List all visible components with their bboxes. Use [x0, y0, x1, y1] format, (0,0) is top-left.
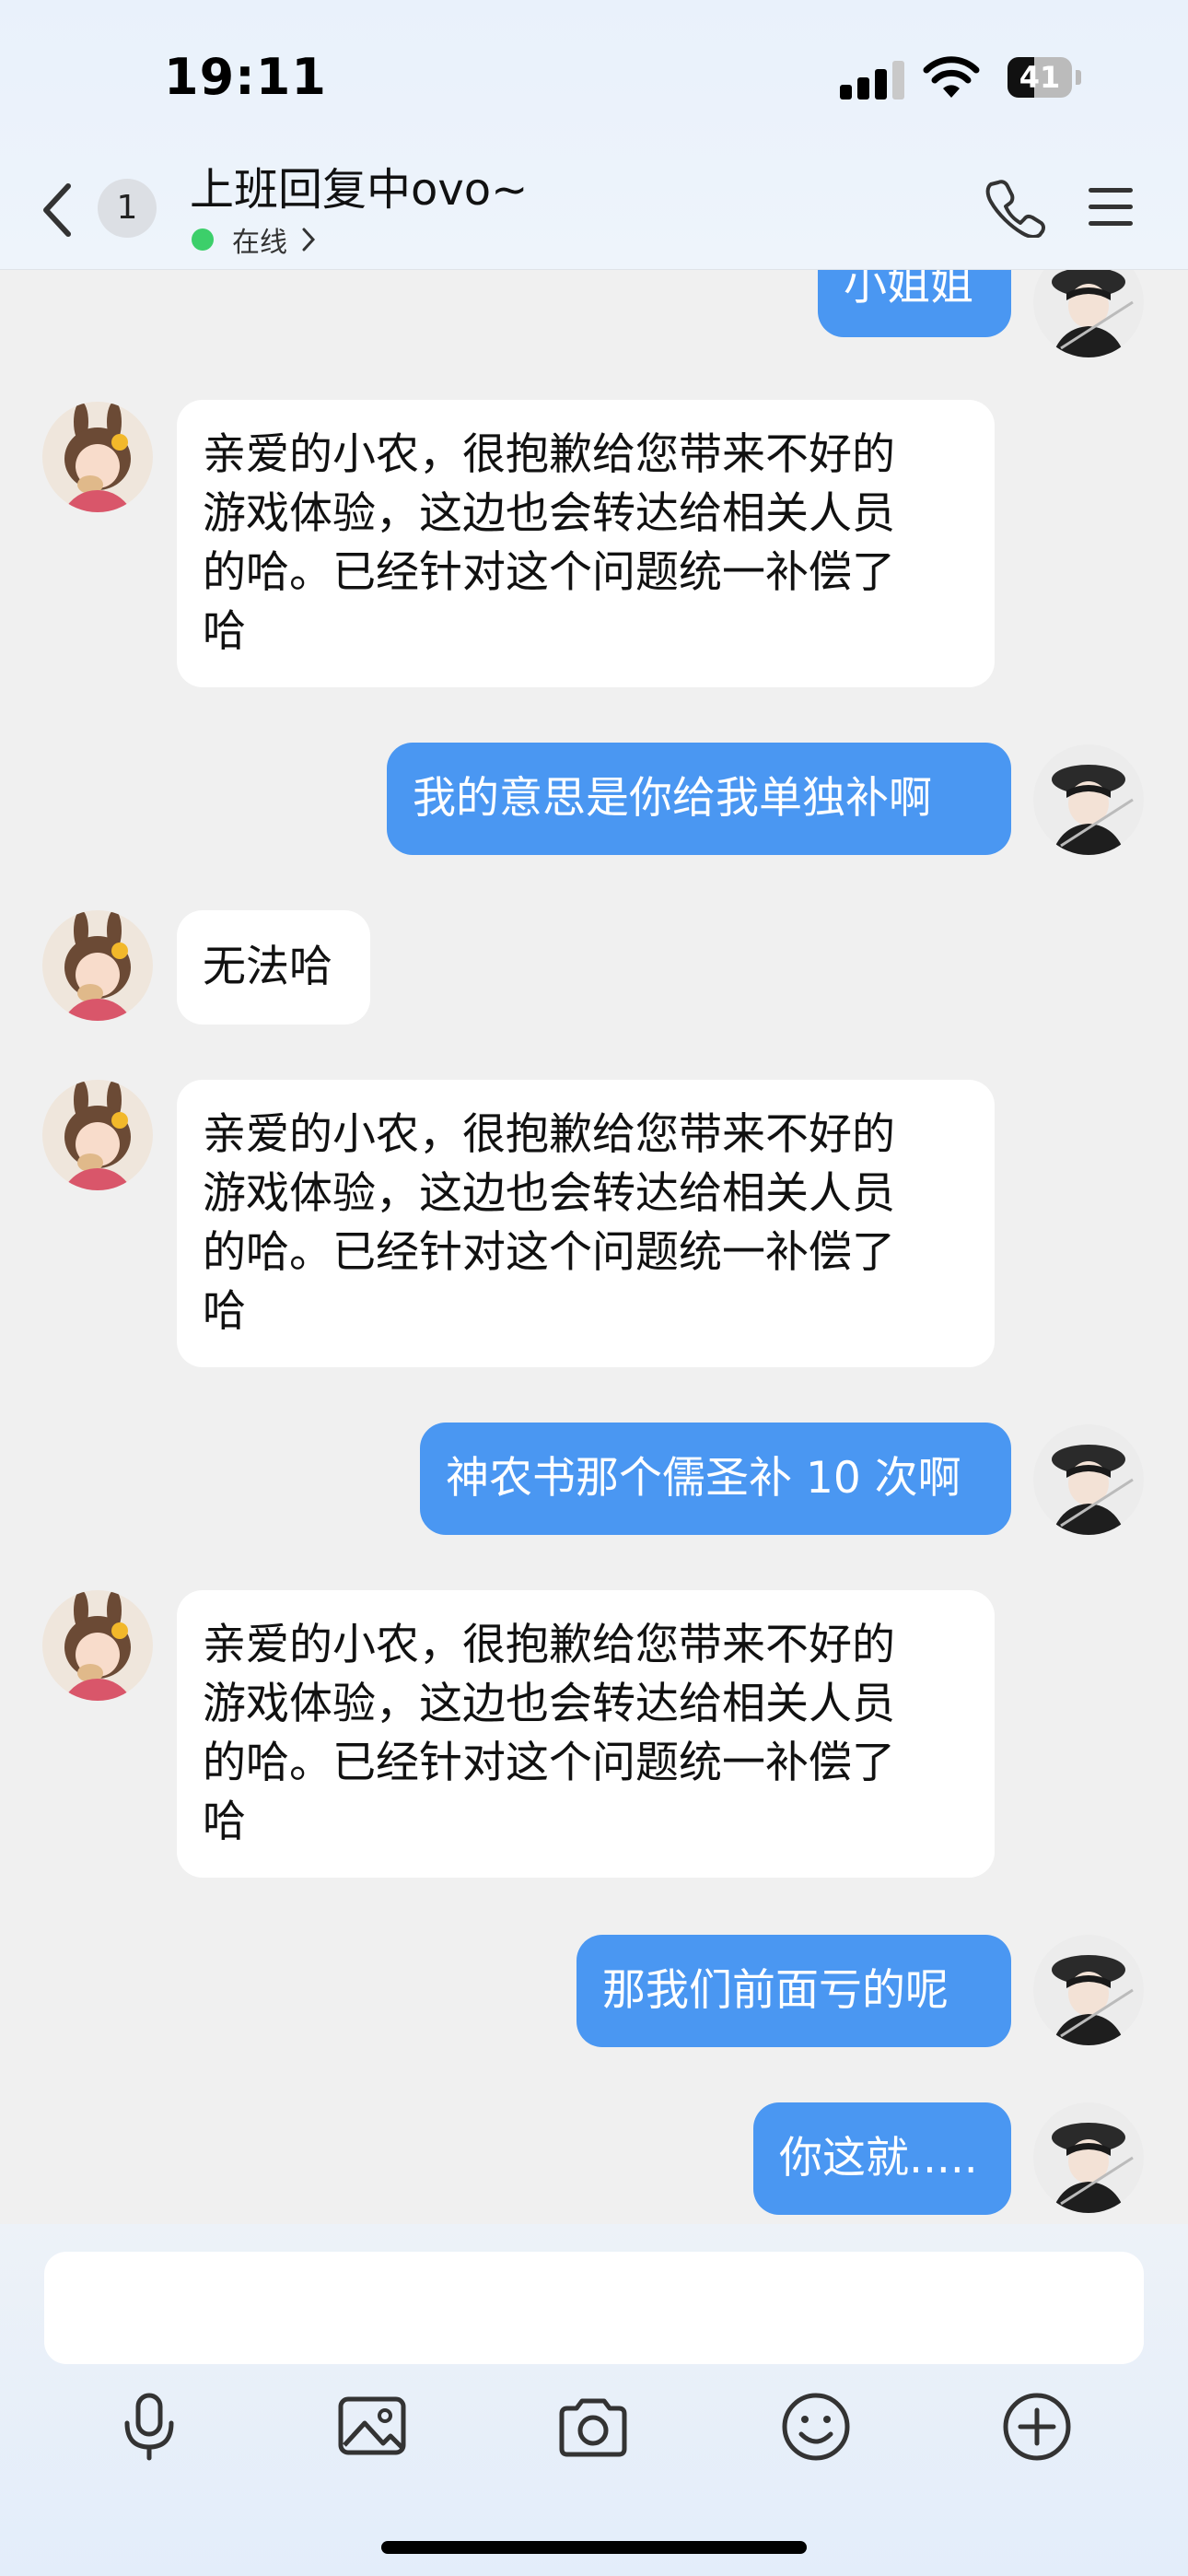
message-bubble-incoming[interactable]: 亲爱的小农，很抱歉给您带来不好的 游戏体验，这边也会转达给相关人员 的哈。已经针…: [177, 1080, 995, 1367]
message-bubble-outgoing[interactable]: 神农书那个儒圣补 10 次啊: [420, 1423, 1011, 1535]
self-avatar[interactable]: [1033, 1935, 1144, 2045]
home-indicator[interactable]: [381, 2541, 807, 2554]
message-text: 的哈。已经针对这个问题统一补偿了: [203, 1738, 895, 1788]
composer: [0, 2224, 1188, 2576]
message-text: 你这就.....: [779, 2133, 978, 2184]
message-text: 我的意思是你给我单独补啊: [413, 773, 932, 824]
online-dot: [192, 228, 214, 251]
message-text: 哈: [203, 606, 246, 657]
message-bubble-incoming[interactable]: 无法哈: [177, 910, 370, 1025]
message-text: 神农书那个儒圣补 10 次啊: [446, 1453, 961, 1504]
microphone-icon[interactable]: [112, 2390, 186, 2464]
message-bubble-incoming[interactable]: 亲爱的小农，很抱歉给您带来不好的 游戏体验，这边也会转达给相关人员 的哈。已经针…: [177, 400, 995, 687]
signal-icon: [840, 59, 906, 100]
unread-badge[interactable]: 1: [98, 179, 157, 238]
image-icon[interactable]: [335, 2390, 409, 2464]
status-text: 在线: [232, 227, 287, 259]
message-bubble-outgoing[interactable]: 我的意思是你给我单独补啊: [387, 743, 1011, 855]
contact-avatar[interactable]: [42, 910, 153, 1021]
back-icon[interactable]: [39, 181, 76, 240]
message-text: 亲爱的小农，很抱歉给您带来不好的: [203, 429, 895, 480]
message-text: 小姐姐: [844, 269, 973, 310]
top-bar: 19:11 41 1 上班回复中ovo~ 在线: [0, 0, 1188, 270]
message-text: 哈: [203, 1797, 246, 1847]
battery-level: 41: [1019, 60, 1061, 95]
message-bubble-incoming[interactable]: 亲爱的小农，很抱歉给您带来不好的 游戏体验，这边也会转达给相关人员 的哈。已经针…: [177, 1590, 995, 1878]
message-bubble-outgoing[interactable]: 那我们前面亏的呢: [577, 1935, 1011, 2047]
message-text: 亲爱的小农，很抱歉给您带来不好的: [203, 1109, 895, 1160]
battery-icon: 41: [1007, 57, 1081, 98]
message-text: 无法哈: [203, 942, 332, 992]
contact-avatar[interactable]: [42, 402, 153, 512]
self-avatar[interactable]: [1033, 269, 1144, 357]
emoji-icon[interactable]: [779, 2390, 853, 2464]
self-avatar[interactable]: [1033, 1424, 1144, 1535]
chevron-right-icon: [302, 228, 316, 252]
camera-icon[interactable]: [556, 2390, 630, 2464]
message-text: 亲爱的小农，很抱歉给您带来不好的: [203, 1620, 895, 1670]
message-text: 游戏体验，这边也会转达给相关人员: [203, 1679, 895, 1729]
message-text: 的哈。已经针对这个问题统一补偿了: [203, 547, 895, 598]
contact-avatar[interactable]: [42, 1590, 153, 1701]
phone-icon[interactable]: [985, 177, 1046, 238]
status-time: 19:11: [164, 48, 327, 106]
plus-icon[interactable]: [1000, 2390, 1074, 2464]
message-text: 的哈。已经针对这个问题统一补偿了: [203, 1227, 895, 1278]
wifi-icon: [923, 56, 980, 98]
message-bubble-outgoing[interactable]: 你这就.....: [753, 2102, 1011, 2215]
self-avatar[interactable]: [1033, 2102, 1144, 2213]
message-text: 那我们前面亏的呢: [602, 1965, 949, 2016]
message-bubble-outgoing[interactable]: 小姐姐: [818, 269, 1011, 337]
message-input[interactable]: [44, 2252, 1144, 2364]
chat-title[interactable]: 上班回复中ovo~: [190, 153, 528, 217]
message-list[interactable]: 小姐姐 亲爱的小农，很抱歉给您带来不好的 游戏体验，这边也会转达给相关人员 的哈…: [0, 269, 1188, 2224]
self-avatar[interactable]: [1033, 744, 1144, 855]
message-text: 游戏体验，这边也会转达给相关人员: [203, 1168, 895, 1219]
contact-avatar[interactable]: [42, 1080, 153, 1190]
menu-icon[interactable]: [1087, 184, 1135, 230]
online-status[interactable]: 在线: [192, 219, 317, 260]
message-text: 哈: [203, 1286, 246, 1337]
message-text: 游戏体验，这边也会转达给相关人员: [203, 488, 895, 539]
